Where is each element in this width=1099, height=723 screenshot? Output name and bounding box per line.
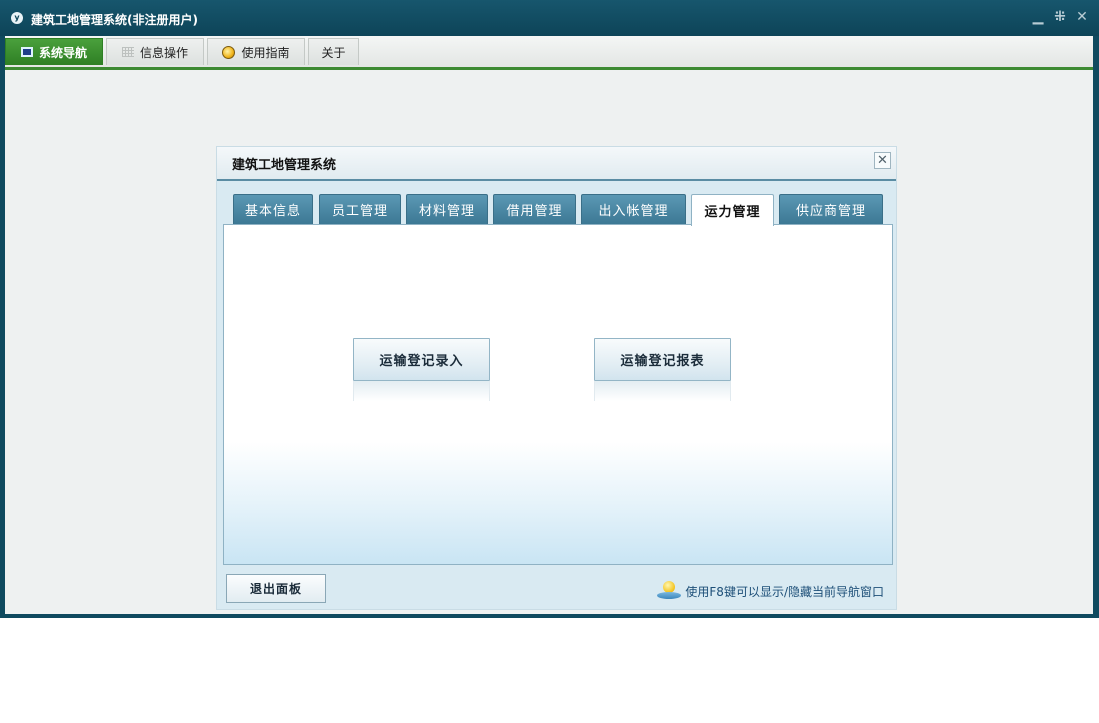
menu-item-label: 关于 xyxy=(321,45,346,60)
app-window: y 建筑工地管理系统(非注册用户) ▁ ⁜ ✕ 系统导航 信息操作 使用指南 关… xyxy=(0,0,1099,618)
window-controls: ▁ ⁜ ✕ xyxy=(1031,9,1089,25)
button-reflection xyxy=(594,381,731,401)
restore-icon[interactable]: ⁜ xyxy=(1053,9,1067,25)
tab-basic-info[interactable]: 基本信息 xyxy=(233,194,313,224)
tab-content: 运输登记录入 运输登记报表 xyxy=(223,224,893,565)
button-reflection xyxy=(353,381,490,401)
transport-report-button[interactable]: 运输登记报表 xyxy=(594,338,731,381)
lightbulb-icon xyxy=(657,581,682,601)
app-logo-icon: y xyxy=(11,12,23,24)
navigation-panel: 建筑工地管理系统 ✕ 基本信息 员工管理 材料管理 借用管理 出入帐管理 运力管… xyxy=(216,146,897,610)
monitor-icon xyxy=(20,47,33,57)
minimize-icon[interactable]: ▁ xyxy=(1031,9,1045,25)
menu-item-label: 信息操作 xyxy=(139,45,188,60)
hint-text: 使用F8键可以显示/隐藏当前导航窗口 xyxy=(657,581,884,601)
close-icon[interactable]: ✕ xyxy=(874,152,891,169)
transport-entry-button[interactable]: 运输登记录入 xyxy=(353,338,490,381)
hint-label: 使用F8键可以显示/隐藏当前导航窗口 xyxy=(685,584,884,599)
panel-title: 建筑工地管理系统 xyxy=(232,158,337,173)
tab-material[interactable]: 材料管理 xyxy=(406,194,488,224)
menu-item-label: 系统导航 xyxy=(38,45,87,60)
menu-item-label: 使用指南 xyxy=(241,45,290,60)
guide-icon xyxy=(222,45,236,59)
window-title: 建筑工地管理系统(非注册用户) xyxy=(31,13,198,27)
menu-item-system-nav[interactable]: 系统导航 xyxy=(5,38,103,65)
title-bar[interactable]: y 建筑工地管理系统(非注册用户) ▁ ⁜ ✕ xyxy=(0,0,1099,36)
menu-item-info-ops[interactable]: 信息操作 xyxy=(106,38,204,65)
menu-item-about[interactable]: 关于 xyxy=(308,38,359,65)
menu-bar: 系统导航 信息操作 使用指南 关于 xyxy=(5,36,1093,70)
panel-header: 建筑工地管理系统 ✕ xyxy=(217,147,896,181)
tab-transport[interactable]: 运力管理 xyxy=(691,194,774,226)
tab-employee[interactable]: 员工管理 xyxy=(319,194,401,224)
tab-accounts[interactable]: 出入帐管理 xyxy=(581,194,686,224)
tab-supplier[interactable]: 供应商管理 xyxy=(779,194,883,224)
tab-borrow[interactable]: 借用管理 xyxy=(493,194,576,224)
grid-icon xyxy=(121,47,134,57)
exit-panel-button[interactable]: 退出面板 xyxy=(226,574,326,603)
close-icon[interactable]: ✕ xyxy=(1075,9,1089,25)
menu-item-guide[interactable]: 使用指南 xyxy=(207,38,305,65)
